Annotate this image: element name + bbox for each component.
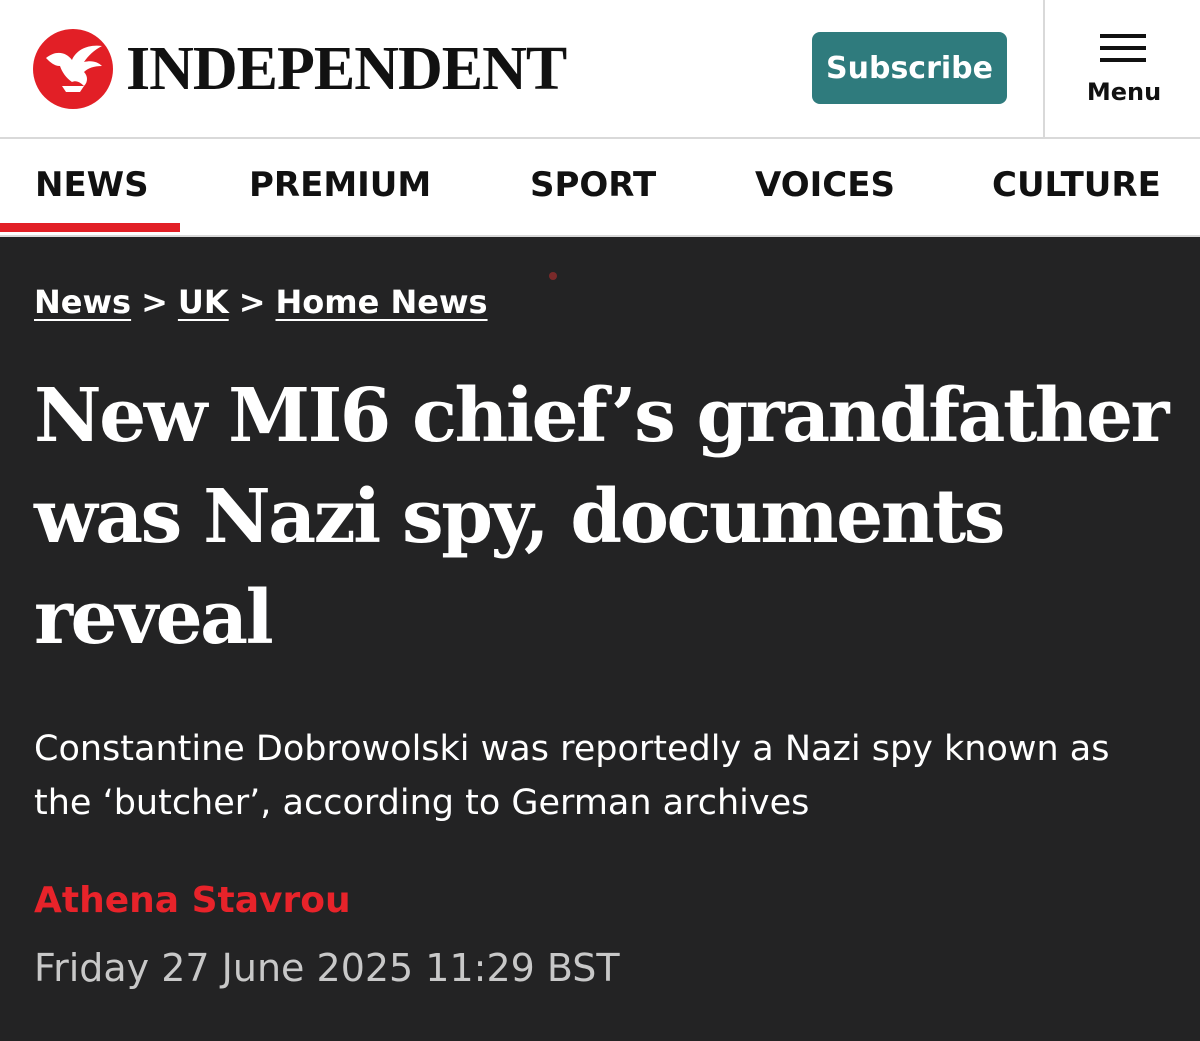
eagle-icon[interactable] <box>32 28 114 110</box>
brand-wordmark[interactable]: INDEPENDENT <box>126 34 567 104</box>
nav-item-premium[interactable]: PREMIUM <box>249 165 431 205</box>
author-link[interactable]: Athena Stavrou <box>34 880 351 921</box>
breadcrumb-uk[interactable]: UK <box>178 283 229 321</box>
breadcrumb-separator: > <box>238 283 266 321</box>
subscribe-button[interactable]: Subscribe <box>812 32 1007 104</box>
breadcrumb: News > UK > Home News <box>34 283 488 321</box>
breadcrumb-news[interactable]: News <box>34 283 131 321</box>
decorative-speck <box>549 272 557 280</box>
breadcrumb-separator: > <box>141 283 168 321</box>
nav-item-sport[interactable]: SPORT <box>530 165 656 205</box>
breadcrumb-home-news[interactable]: Home News <box>276 283 488 321</box>
nav-item-voices[interactable]: VOICES <box>755 165 895 205</box>
publish-date: Friday 27 June 2025 11:29 BST <box>34 946 620 990</box>
site-header: INDEPENDENT Subscribe Menu <box>0 0 1200 139</box>
nav-item-news[interactable]: NEWS <box>35 165 149 205</box>
article-headline: New MI6 chief’s grandfather was Nazi spy… <box>34 373 1170 661</box>
nav-item-culture[interactable]: CULTURE <box>992 165 1161 205</box>
header-divider <box>1043 0 1045 137</box>
article-standfirst: Constantine Dobrowolski was reportedly a… <box>34 729 1110 823</box>
menu-button[interactable]: Menu <box>1080 30 1170 114</box>
section-nav: NEWS PREMIUM SPORT VOICES CULTURE <box>0 139 1200 237</box>
hamburger-icon <box>1100 34 1148 64</box>
menu-label: Menu <box>1086 78 1162 106</box>
active-nav-indicator <box>0 223 180 232</box>
